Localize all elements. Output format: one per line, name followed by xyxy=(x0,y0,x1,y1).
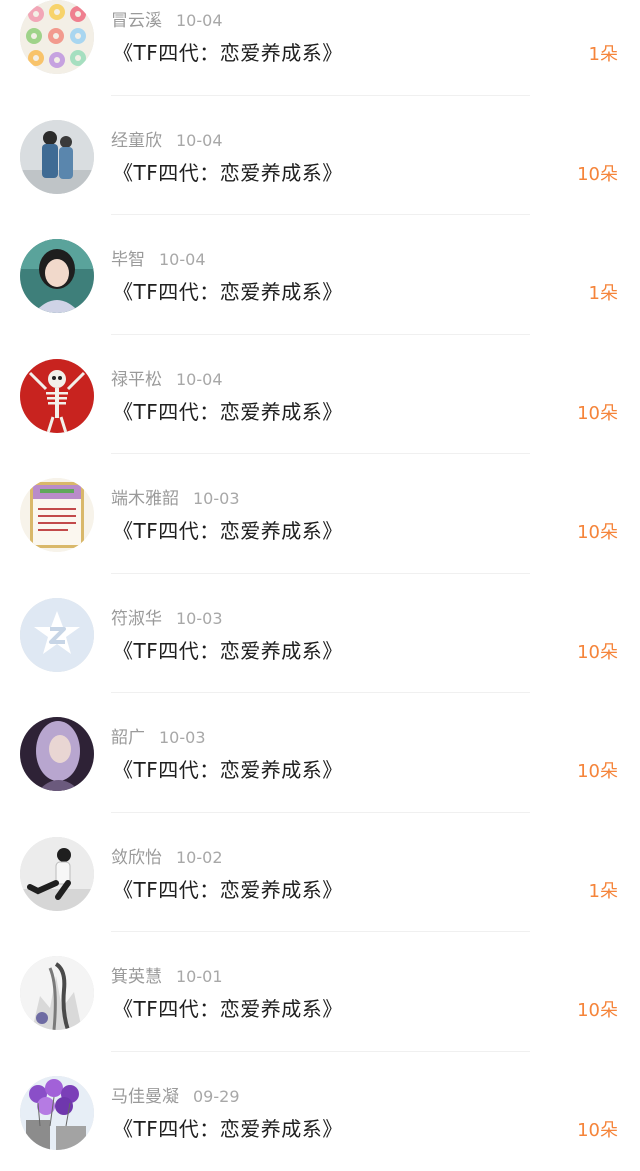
work-title[interactable]: 《TF四代：恋爱养成系》 xyxy=(113,635,343,664)
sent-date: 09-29 xyxy=(193,1087,240,1106)
sender-name[interactable]: 符淑华 xyxy=(111,609,162,629)
avatar[interactable] xyxy=(20,837,94,911)
work-title[interactable]: 《TF四代：恋爱养成系》 xyxy=(113,515,343,544)
avatar[interactable] xyxy=(20,1076,94,1150)
list-item[interactable]: 敛欣怡 10-02 《TF四代：恋爱养成系》 1朵 xyxy=(0,813,640,933)
sender-name[interactable]: 端木雅韶 xyxy=(111,489,179,509)
item-meta: 端木雅韶 10-03 xyxy=(111,484,240,510)
sender-name[interactable]: 经童欣 xyxy=(111,131,162,151)
flower-count: 10朵 xyxy=(577,160,618,186)
list-item[interactable]: 韶广 10-03 《TF四代：恋爱养成系》 10朵 xyxy=(0,693,640,813)
list-item[interactable]: 经童欣 10-04 《TF四代：恋爱养成系》 10朵 xyxy=(0,96,640,216)
sent-date: 10-04 xyxy=(176,11,223,30)
flower-count: 1朵 xyxy=(589,40,618,66)
list-item[interactable]: 禄平松 10-04 《TF四代：恋爱养成系》 10朵 xyxy=(0,335,640,455)
work-title[interactable]: 《TF四代：恋爱养成系》 xyxy=(113,37,343,66)
flower-count: 10朵 xyxy=(577,996,618,1022)
item-meta: 韶广 10-03 xyxy=(111,723,206,749)
list-item[interactable]: 符淑华 10-03 《TF四代：恋爱养成系》 10朵 xyxy=(0,574,640,694)
avatar[interactable] xyxy=(20,359,94,433)
flower-count: 10朵 xyxy=(577,1116,618,1142)
work-title[interactable]: 《TF四代：恋爱养成系》 xyxy=(113,754,343,783)
list-item[interactable]: 毕智 10-04 《TF四代：恋爱养成系》 1朵 xyxy=(0,215,640,335)
avatar[interactable] xyxy=(20,478,94,552)
sender-name[interactable]: 冒云溪 xyxy=(111,11,162,31)
sent-date: 10-01 xyxy=(176,967,223,986)
avatar[interactable] xyxy=(20,120,94,194)
sender-name[interactable]: 毕智 xyxy=(111,250,145,270)
sent-date: 10-03 xyxy=(159,728,206,747)
list-item[interactable]: 马佳曼凝 09-29 《TF四代：恋爱养成系》 10朵 xyxy=(0,1052,640,1171)
flower-count: 10朵 xyxy=(577,518,618,544)
sent-date: 10-03 xyxy=(176,609,223,628)
item-meta: 马佳曼凝 09-29 xyxy=(111,1082,240,1108)
gift-record-list: 冒云溪 10-04 《TF四代：恋爱养成系》 1朵 经童欣 10-04 《TF四代：… xyxy=(0,0,640,1171)
item-meta: 禄平松 10-04 xyxy=(111,365,223,391)
flower-count: 10朵 xyxy=(577,638,618,664)
flower-count: 10朵 xyxy=(577,399,618,425)
item-meta: 敛欣怡 10-02 xyxy=(111,843,223,869)
sent-date: 10-04 xyxy=(176,131,223,150)
sender-name[interactable]: 禄平松 xyxy=(111,370,162,390)
list-item[interactable]: 冒云溪 10-04 《TF四代：恋爱养成系》 1朵 xyxy=(0,0,640,96)
list-item[interactable]: 端木雅韶 10-03 《TF四代：恋爱养成系》 10朵 xyxy=(0,454,640,574)
item-meta: 冒云溪 10-04 xyxy=(111,6,223,32)
work-title[interactable]: 《TF四代：恋爱养成系》 xyxy=(113,1113,343,1142)
item-meta: 毕智 10-04 xyxy=(111,245,206,271)
sender-name[interactable]: 敛欣怡 xyxy=(111,848,162,868)
flower-count: 10朵 xyxy=(577,757,618,783)
avatar[interactable] xyxy=(20,717,94,791)
sent-date: 10-03 xyxy=(193,489,240,508)
flower-count: 1朵 xyxy=(589,877,618,903)
sender-name[interactable]: 箕英慧 xyxy=(111,967,162,987)
item-meta: 箕英慧 10-01 xyxy=(111,962,223,988)
flower-count: 1朵 xyxy=(589,279,618,305)
avatar[interactable] xyxy=(20,239,94,313)
item-meta: 符淑华 10-03 xyxy=(111,604,223,630)
work-title[interactable]: 《TF四代：恋爱养成系》 xyxy=(113,276,343,305)
avatar[interactable] xyxy=(20,598,94,672)
work-title[interactable]: 《TF四代：恋爱养成系》 xyxy=(113,157,343,186)
sent-date: 10-04 xyxy=(159,250,206,269)
sent-date: 10-02 xyxy=(176,848,223,867)
avatar[interactable] xyxy=(20,956,94,1030)
avatar[interactable] xyxy=(20,0,94,74)
sender-name[interactable]: 马佳曼凝 xyxy=(111,1087,179,1107)
sender-name[interactable]: 韶广 xyxy=(111,728,145,748)
work-title[interactable]: 《TF四代：恋爱养成系》 xyxy=(113,874,343,903)
item-meta: 经童欣 10-04 xyxy=(111,126,223,152)
work-title[interactable]: 《TF四代：恋爱养成系》 xyxy=(113,993,343,1022)
work-title[interactable]: 《TF四代：恋爱养成系》 xyxy=(113,396,343,425)
list-item[interactable]: 箕英慧 10-01 《TF四代：恋爱养成系》 10朵 xyxy=(0,932,640,1052)
sent-date: 10-04 xyxy=(176,370,223,389)
